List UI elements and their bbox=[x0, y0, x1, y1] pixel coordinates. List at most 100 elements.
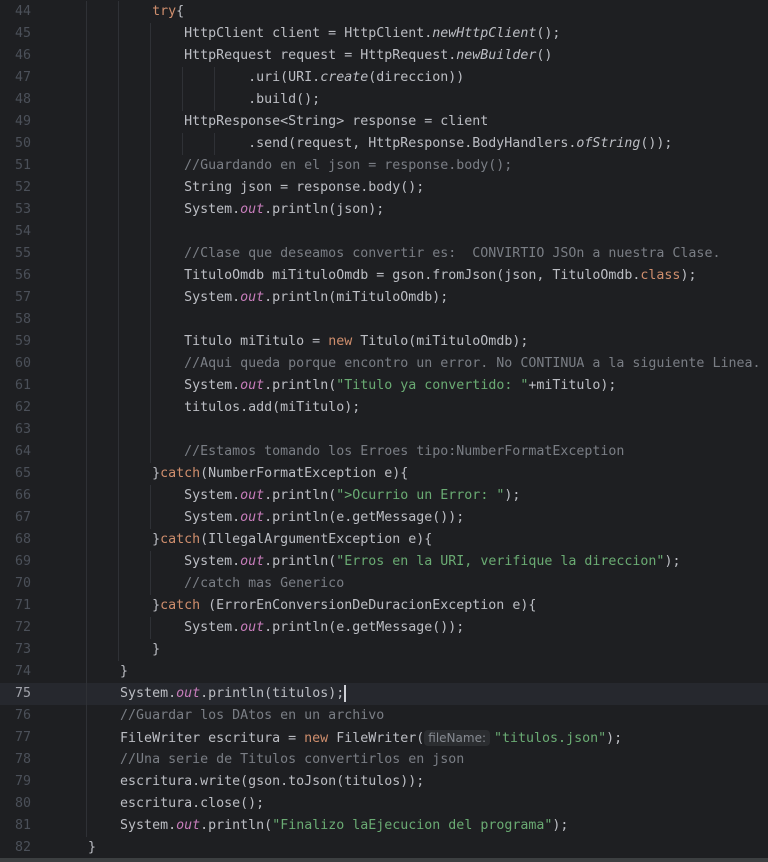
line-number[interactable]: 44 bbox=[0, 1, 31, 23]
code-text[interactable]: String json = response.body(); bbox=[56, 177, 424, 199]
code-text[interactable]: TituloOmdb miTituloOmdb = gson.fromJson(… bbox=[56, 265, 696, 287]
code-text[interactable]: System.out.println(json); bbox=[56, 199, 384, 221]
code-editor[interactable]: 44 try{45 HttpClient client = HttpClient… bbox=[0, 1, 768, 859]
code-text[interactable]: escritura.write(gson.toJson(titulos)); bbox=[56, 771, 424, 793]
line-number[interactable]: 49 bbox=[0, 111, 31, 133]
code-text[interactable]: //Estamos tomando los Erroes tipo:Number… bbox=[56, 441, 624, 463]
line-number[interactable]: 75 bbox=[0, 683, 31, 705]
code-line[interactable]: 70 //catch mas Generico bbox=[0, 573, 768, 595]
code-text[interactable]: System.out.println(e.getMessage()); bbox=[56, 507, 464, 529]
line-number[interactable]: 62 bbox=[0, 397, 31, 419]
code-line[interactable]: 80 escritura.close(); bbox=[0, 793, 768, 815]
code-line[interactable]: 71 }catch (ErrorEnConversionDeDuracionEx… bbox=[0, 595, 768, 617]
code-text[interactable]: //Aqui queda porque encontro un error. N… bbox=[56, 353, 760, 375]
code-line[interactable]: 56 TituloOmdb miTituloOmdb = gson.fromJs… bbox=[0, 265, 768, 287]
line-number[interactable]: 59 bbox=[0, 331, 31, 353]
code-line[interactable]: 52 String json = response.body(); bbox=[0, 177, 768, 199]
code-text[interactable]: } bbox=[56, 661, 128, 683]
line-number[interactable]: 47 bbox=[0, 67, 31, 89]
code-line[interactable]: 81 System.out.println("Finalizo laEjecuc… bbox=[0, 815, 768, 837]
line-number[interactable]: 65 bbox=[0, 463, 31, 485]
code-text[interactable]: } bbox=[56, 837, 96, 859]
code-line[interactable]: 78 //Una serie de Titulos convertirlos e… bbox=[0, 749, 768, 771]
line-number[interactable]: 48 bbox=[0, 89, 31, 111]
line-number[interactable]: 51 bbox=[0, 155, 31, 177]
code-line[interactable]: 73 } bbox=[0, 639, 768, 661]
code-line[interactable]: 44 try{ bbox=[0, 1, 768, 23]
line-number[interactable]: 57 bbox=[0, 287, 31, 309]
code-line[interactable]: 61 System.out.println("Titulo ya convert… bbox=[0, 375, 768, 397]
code-text[interactable]: System.out.println(miTituloOmdb); bbox=[56, 287, 448, 309]
line-number[interactable]: 73 bbox=[0, 639, 31, 661]
line-number[interactable]: 56 bbox=[0, 265, 31, 287]
code-text[interactable]: //Guardando en el json = response.body()… bbox=[56, 155, 512, 177]
line-number[interactable]: 81 bbox=[0, 815, 31, 837]
code-text[interactable]: .send(request, HttpResponse.BodyHandlers… bbox=[56, 133, 672, 155]
code-line[interactable]: 50 .send(request, HttpResponse.BodyHandl… bbox=[0, 133, 768, 155]
code-line[interactable]: 46 HttpRequest request = HttpRequest.new… bbox=[0, 45, 768, 67]
code-line[interactable]: 76 //Guardar los DAtos en un archivo bbox=[0, 705, 768, 727]
code-text[interactable]: .build(); bbox=[56, 89, 320, 111]
code-line[interactable]: 66 System.out.println(">Ocurrio un Error… bbox=[0, 485, 768, 507]
code-line[interactable]: 54 bbox=[0, 221, 768, 243]
line-number[interactable]: 78 bbox=[0, 749, 31, 771]
code-line[interactable]: 49 HttpResponse<String> response = clien… bbox=[0, 111, 768, 133]
code-line[interactable]: 51 //Guardando en el json = response.bod… bbox=[0, 155, 768, 177]
line-number[interactable]: 70 bbox=[0, 573, 31, 595]
code-line[interactable]: 65 }catch(NumberFormatException e){ bbox=[0, 463, 768, 485]
code-line[interactable]: 47 .uri(URI.create(direccion)) bbox=[0, 67, 768, 89]
line-number[interactable]: 64 bbox=[0, 441, 31, 463]
code-line[interactable]: 63 bbox=[0, 419, 768, 441]
code-line[interactable]: 53 System.out.println(json); bbox=[0, 199, 768, 221]
line-number[interactable]: 77 bbox=[0, 727, 31, 749]
code-text[interactable]: HttpClient client = HttpClient.newHttpCl… bbox=[56, 23, 560, 45]
horizontal-scrollbar[interactable] bbox=[0, 858, 768, 862]
code-line[interactable]: 59 Titulo miTitulo = new Titulo(miTitulo… bbox=[0, 331, 768, 353]
code-line[interactable]: 60 //Aqui queda porque encontro un error… bbox=[0, 353, 768, 375]
line-number[interactable]: 46 bbox=[0, 45, 31, 67]
line-number[interactable]: 60 bbox=[0, 353, 31, 375]
code-text[interactable]: }catch(IllegalArgumentException e){ bbox=[56, 529, 432, 551]
code-text[interactable]: FileWriter escritura = new FileWriter(fi… bbox=[56, 727, 622, 750]
line-number[interactable]: 55 bbox=[0, 243, 31, 265]
code-text[interactable]: }catch(NumberFormatException e){ bbox=[56, 463, 408, 485]
code-text[interactable]: Titulo miTitulo = new Titulo(miTituloOmd… bbox=[56, 331, 528, 353]
code-text[interactable]: }catch (ErrorEnConversionDeDuracionExcep… bbox=[56, 595, 536, 617]
code-line[interactable]: 62 titulos.add(miTitulo); bbox=[0, 397, 768, 419]
code-line[interactable]: 77 FileWriter escritura = new FileWriter… bbox=[0, 727, 768, 749]
line-number[interactable]: 82 bbox=[0, 837, 31, 859]
code-line[interactable]: 45 HttpClient client = HttpClient.newHtt… bbox=[0, 23, 768, 45]
code-line[interactable]: 72 System.out.println(e.getMessage()); bbox=[0, 617, 768, 639]
code-text[interactable]: //Clase que deseamos convertir es: CONVI… bbox=[56, 243, 720, 265]
line-number[interactable]: 71 bbox=[0, 595, 31, 617]
line-number[interactable]: 76 bbox=[0, 705, 31, 727]
line-number[interactable]: 52 bbox=[0, 177, 31, 199]
line-number[interactable]: 79 bbox=[0, 771, 31, 793]
line-number[interactable]: 58 bbox=[0, 309, 31, 331]
line-number[interactable]: 68 bbox=[0, 529, 31, 551]
code-text[interactable]: System.out.println("Titulo ya convertido… bbox=[56, 375, 616, 397]
code-text[interactable]: //Guardar los DAtos en un archivo bbox=[56, 705, 384, 727]
code-line[interactable]: 64 //Estamos tomando los Erroes tipo:Num… bbox=[0, 441, 768, 463]
code-line[interactable]: 79 escritura.write(gson.toJson(titulos))… bbox=[0, 771, 768, 793]
code-line[interactable]: 74 } bbox=[0, 661, 768, 683]
code-text[interactable]: .uri(URI.create(direccion)) bbox=[56, 67, 464, 89]
code-line[interactable]: 67 System.out.println(e.getMessage()); bbox=[0, 507, 768, 529]
code-line[interactable]: 55 //Clase que deseamos convertir es: CO… bbox=[0, 243, 768, 265]
code-line[interactable]: 75 System.out.println(titulos); bbox=[0, 683, 768, 705]
code-text[interactable]: escritura.close(); bbox=[56, 793, 264, 815]
line-number[interactable]: 67 bbox=[0, 507, 31, 529]
code-text[interactable]: HttpResponse<String> response = client bbox=[56, 111, 488, 133]
line-number[interactable]: 53 bbox=[0, 199, 31, 221]
code-text[interactable]: } bbox=[56, 639, 160, 661]
code-line[interactable]: 82 } bbox=[0, 837, 768, 859]
code-text[interactable]: //Una serie de Titulos convertirlos en j… bbox=[56, 749, 464, 771]
line-number[interactable]: 61 bbox=[0, 375, 31, 397]
code-line[interactable]: 69 System.out.println("Erros en la URI, … bbox=[0, 551, 768, 573]
code-text[interactable]: HttpRequest request = HttpRequest.newBui… bbox=[56, 45, 552, 67]
line-number[interactable]: 45 bbox=[0, 23, 31, 45]
code-text[interactable]: System.out.println("Finalizo laEjecucion… bbox=[56, 815, 568, 837]
code-line[interactable]: 48 .build(); bbox=[0, 89, 768, 111]
line-number[interactable]: 80 bbox=[0, 793, 31, 815]
code-text[interactable]: titulos.add(miTitulo); bbox=[56, 397, 360, 419]
